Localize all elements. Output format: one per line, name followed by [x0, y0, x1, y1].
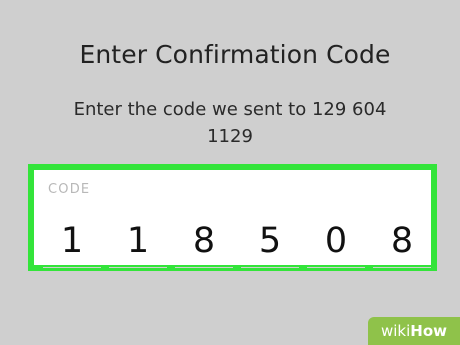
code-digits: 1 1 8 5 0 8 — [43, 220, 431, 268]
page-title: Enter Confirmation Code — [79, 40, 391, 69]
watermark-wiki: wiki — [380, 322, 411, 340]
code-digit-3[interactable]: 8 — [175, 220, 233, 268]
code-label: CODE — [48, 182, 91, 197]
instruction-line-2: 1129 — [207, 126, 253, 147]
wikihow-watermark: wiki How — [368, 317, 460, 345]
watermark-how: How — [410, 322, 447, 340]
code-digit-6[interactable]: 8 — [373, 220, 431, 268]
code-digit-1[interactable]: 1 — [43, 220, 101, 268]
instruction-line-1: Enter the code we sent to 129 604 — [73, 99, 387, 120]
confirmation-code-field[interactable]: CODE 1 1 8 5 0 8 — [28, 164, 437, 271]
code-digit-5[interactable]: 0 — [307, 220, 365, 268]
code-digit-4[interactable]: 5 — [241, 220, 299, 268]
instruction-text: Enter the code we sent to 129 604 1129 — [0, 96, 460, 150]
code-digit-2[interactable]: 1 — [109, 220, 167, 268]
